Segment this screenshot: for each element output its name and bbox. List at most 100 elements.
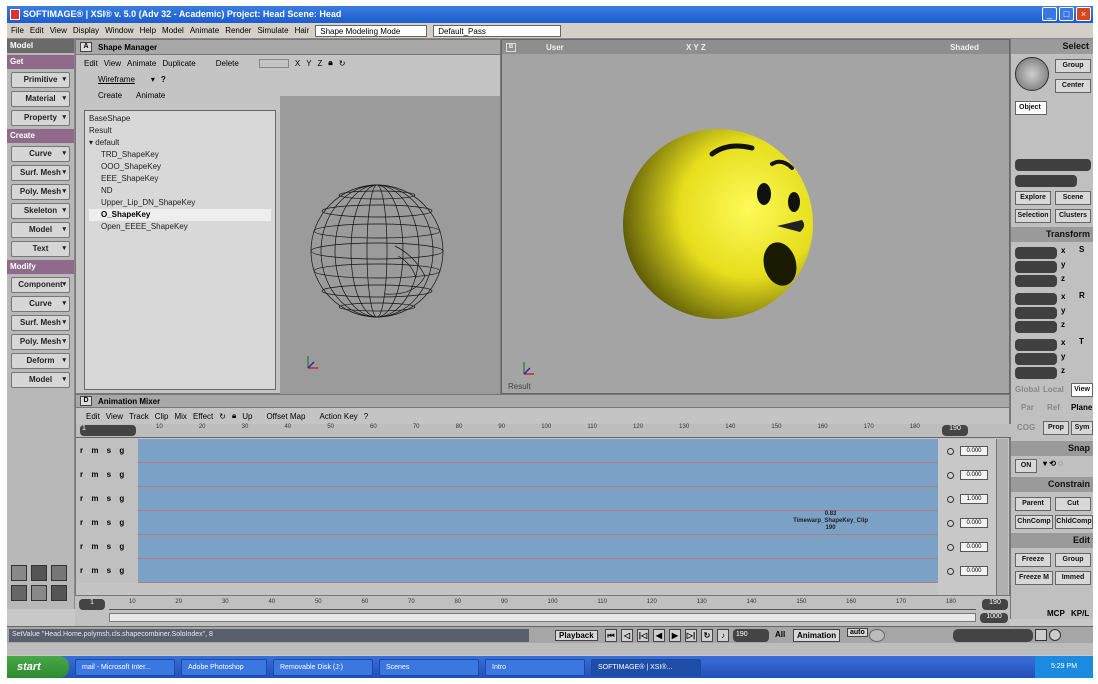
- modify-deform-button[interactable]: Deform: [11, 353, 70, 369]
- menu-help[interactable]: Help: [140, 26, 156, 35]
- track-row[interactable]: r m s g: [76, 439, 938, 463]
- material-button[interactable]: Material: [11, 91, 70, 107]
- create-surf-mesh-button[interactable]: Surf. Mesh: [11, 165, 70, 181]
- menu-edit[interactable]: Edit: [30, 26, 44, 35]
- next-frame-button[interactable]: ▷|: [685, 629, 697, 642]
- mixer-track-menu[interactable]: Track: [129, 412, 149, 421]
- mcp-tab[interactable]: MCP: [1047, 609, 1065, 618]
- select-arrow-button[interactable]: [1015, 57, 1049, 91]
- modify-surf-mesh-button[interactable]: Surf. Mesh: [11, 315, 70, 331]
- play-back-button[interactable]: ◀: [653, 629, 665, 642]
- track-controls[interactable]: r m s g: [76, 439, 138, 463]
- taskbar-item-mail[interactable]: mail - Microsoft Inter...: [75, 658, 175, 676]
- scale-y-slot[interactable]: [1015, 261, 1057, 273]
- taskbar-item-removable-disk[interactable]: Removable Disk (J:): [273, 658, 373, 676]
- sm-axis-x[interactable]: X: [295, 59, 300, 68]
- mixer-up-button[interactable]: Up: [242, 412, 252, 421]
- modify-poly-mesh-button[interactable]: Poly. Mesh: [11, 334, 70, 350]
- weight-dot-icon[interactable]: [947, 568, 954, 575]
- tree-item-o-shapekey[interactable]: O_ShapeKey: [89, 209, 271, 221]
- track-row[interactable]: r m s g: [76, 463, 938, 487]
- freeze-m-button[interactable]: Freeze M: [1015, 571, 1053, 585]
- rotate-y-slot[interactable]: [1015, 307, 1057, 319]
- status-slot[interactable]: [953, 629, 1033, 642]
- display-mode-chevron-icon[interactable]: ▾: [151, 75, 155, 84]
- create-model-button[interactable]: Model: [11, 222, 70, 238]
- mode-selector[interactable]: Shape Modeling Mode: [315, 24, 428, 37]
- weight-dot-icon[interactable]: [947, 520, 954, 527]
- scale-z-slot[interactable]: [1015, 275, 1057, 287]
- tree-item-ooo[interactable]: OOO_ShapeKey: [89, 161, 271, 173]
- sym-button[interactable]: Sym: [1071, 421, 1093, 435]
- command-line[interactable]: SetValue "Head.Home.polymsh.cls.shapecom…: [9, 629, 529, 642]
- mixer-mix-menu[interactable]: Mix: [174, 412, 186, 421]
- sm-axis-z[interactable]: Z: [318, 59, 323, 68]
- view-toggle[interactable]: View: [1071, 383, 1093, 397]
- taskbar-item-intro[interactable]: Intro: [485, 658, 585, 676]
- menu-simulate[interactable]: Simulate: [257, 26, 288, 35]
- tree-item-nd[interactable]: ND: [89, 185, 271, 197]
- camera-selector[interactable]: User: [546, 43, 586, 52]
- chldcomp-button[interactable]: ChldComp: [1055, 515, 1093, 529]
- ref-toggle[interactable]: Ref: [1047, 403, 1060, 412]
- key-button[interactable]: [869, 629, 885, 642]
- modify-curve-button[interactable]: Curve: [11, 296, 70, 312]
- playback-label[interactable]: Playback: [555, 630, 598, 641]
- menu-view[interactable]: View: [50, 26, 67, 35]
- shading-selector[interactable]: Shaded: [950, 43, 979, 52]
- track-controls[interactable]: r m s g: [76, 463, 138, 487]
- track-clip[interactable]: [138, 559, 938, 582]
- menu-display[interactable]: Display: [73, 26, 99, 35]
- timeline-range-bar[interactable]: [109, 613, 976, 622]
- all-button[interactable]: All: [775, 630, 785, 639]
- first-frame-button[interactable]: ⏮: [605, 629, 617, 642]
- immed-button[interactable]: Immed: [1055, 571, 1091, 585]
- shape-preview-viewport[interactable]: [280, 96, 500, 394]
- track-clip[interactable]: [138, 463, 938, 486]
- selection-path-slot[interactable]: [1015, 175, 1077, 187]
- toolbar-title[interactable]: Model: [7, 39, 74, 53]
- weight-dot-icon[interactable]: [947, 496, 954, 503]
- selection-name-slot[interactable]: [1015, 159, 1091, 171]
- edit-group-button[interactable]: Group: [1055, 553, 1091, 567]
- status-circle-icon[interactable]: [1049, 629, 1061, 641]
- track-weight[interactable]: 0.000: [960, 566, 988, 576]
- sm-lock-icon[interactable]: 🔒︎: [328, 58, 332, 68]
- track-row[interactable]: r m s g: [76, 487, 938, 511]
- sm-grid-icon[interactable]: [258, 58, 289, 68]
- track-clip[interactable]: [138, 535, 938, 558]
- create-poly-mesh-button[interactable]: Poly. Mesh: [11, 184, 70, 200]
- create-skeleton-button[interactable]: Skeleton: [11, 203, 70, 219]
- global-toggle[interactable]: Global: [1015, 385, 1040, 394]
- auto-key-button[interactable]: auto: [847, 628, 868, 637]
- track-weight[interactable]: 0.000: [960, 542, 988, 552]
- translate-x-slot[interactable]: [1015, 339, 1057, 351]
- mixer-range-end[interactable]: 190: [942, 425, 968, 436]
- tree-item-eee[interactable]: EEE_ShapeKey: [89, 173, 271, 185]
- primitive-button[interactable]: Primitive: [11, 72, 70, 88]
- weight-dot-icon[interactable]: [947, 448, 954, 455]
- close-button[interactable]: ×: [1076, 7, 1091, 21]
- par-toggle[interactable]: Par: [1021, 403, 1034, 412]
- sm-edit-menu[interactable]: Edit: [84, 59, 98, 68]
- clusters-button[interactable]: Clusters: [1055, 209, 1091, 223]
- menu-model[interactable]: Model: [162, 26, 184, 35]
- track-controls[interactable]: r m s g: [76, 559, 138, 583]
- bottom-scroll-row[interactable]: [7, 643, 1093, 655]
- sound-button[interactable]: ♪: [717, 629, 729, 642]
- create-curve-button[interactable]: Curve: [11, 146, 70, 162]
- tree-item-default[interactable]: ▾ default: [89, 137, 271, 149]
- sm-delete-button[interactable]: Delete: [216, 59, 239, 68]
- minimize-button[interactable]: _: [1042, 7, 1057, 21]
- layout-single-icon[interactable]: [11, 565, 27, 581]
- tree-item-baseshape[interactable]: BaseShape: [89, 113, 271, 125]
- mixer-range-start[interactable]: 1: [80, 425, 136, 436]
- track-weight[interactable]: 0.000: [960, 518, 988, 528]
- modify-component-button[interactable]: Component: [11, 277, 70, 293]
- mixer-effect-menu[interactable]: Effect: [193, 412, 213, 421]
- track-clip[interactable]: 0.83 Timewarp_ShapeKey_Clip 190: [138, 511, 938, 534]
- mixer-lock-icon[interactable]: 🔒︎: [232, 411, 236, 421]
- tree-item-open-eeee[interactable]: Open_EEEE_ShapeKey: [89, 221, 271, 233]
- layout-split-icon[interactable]: [11, 585, 27, 601]
- scale-icon[interactable]: S: [1079, 245, 1084, 254]
